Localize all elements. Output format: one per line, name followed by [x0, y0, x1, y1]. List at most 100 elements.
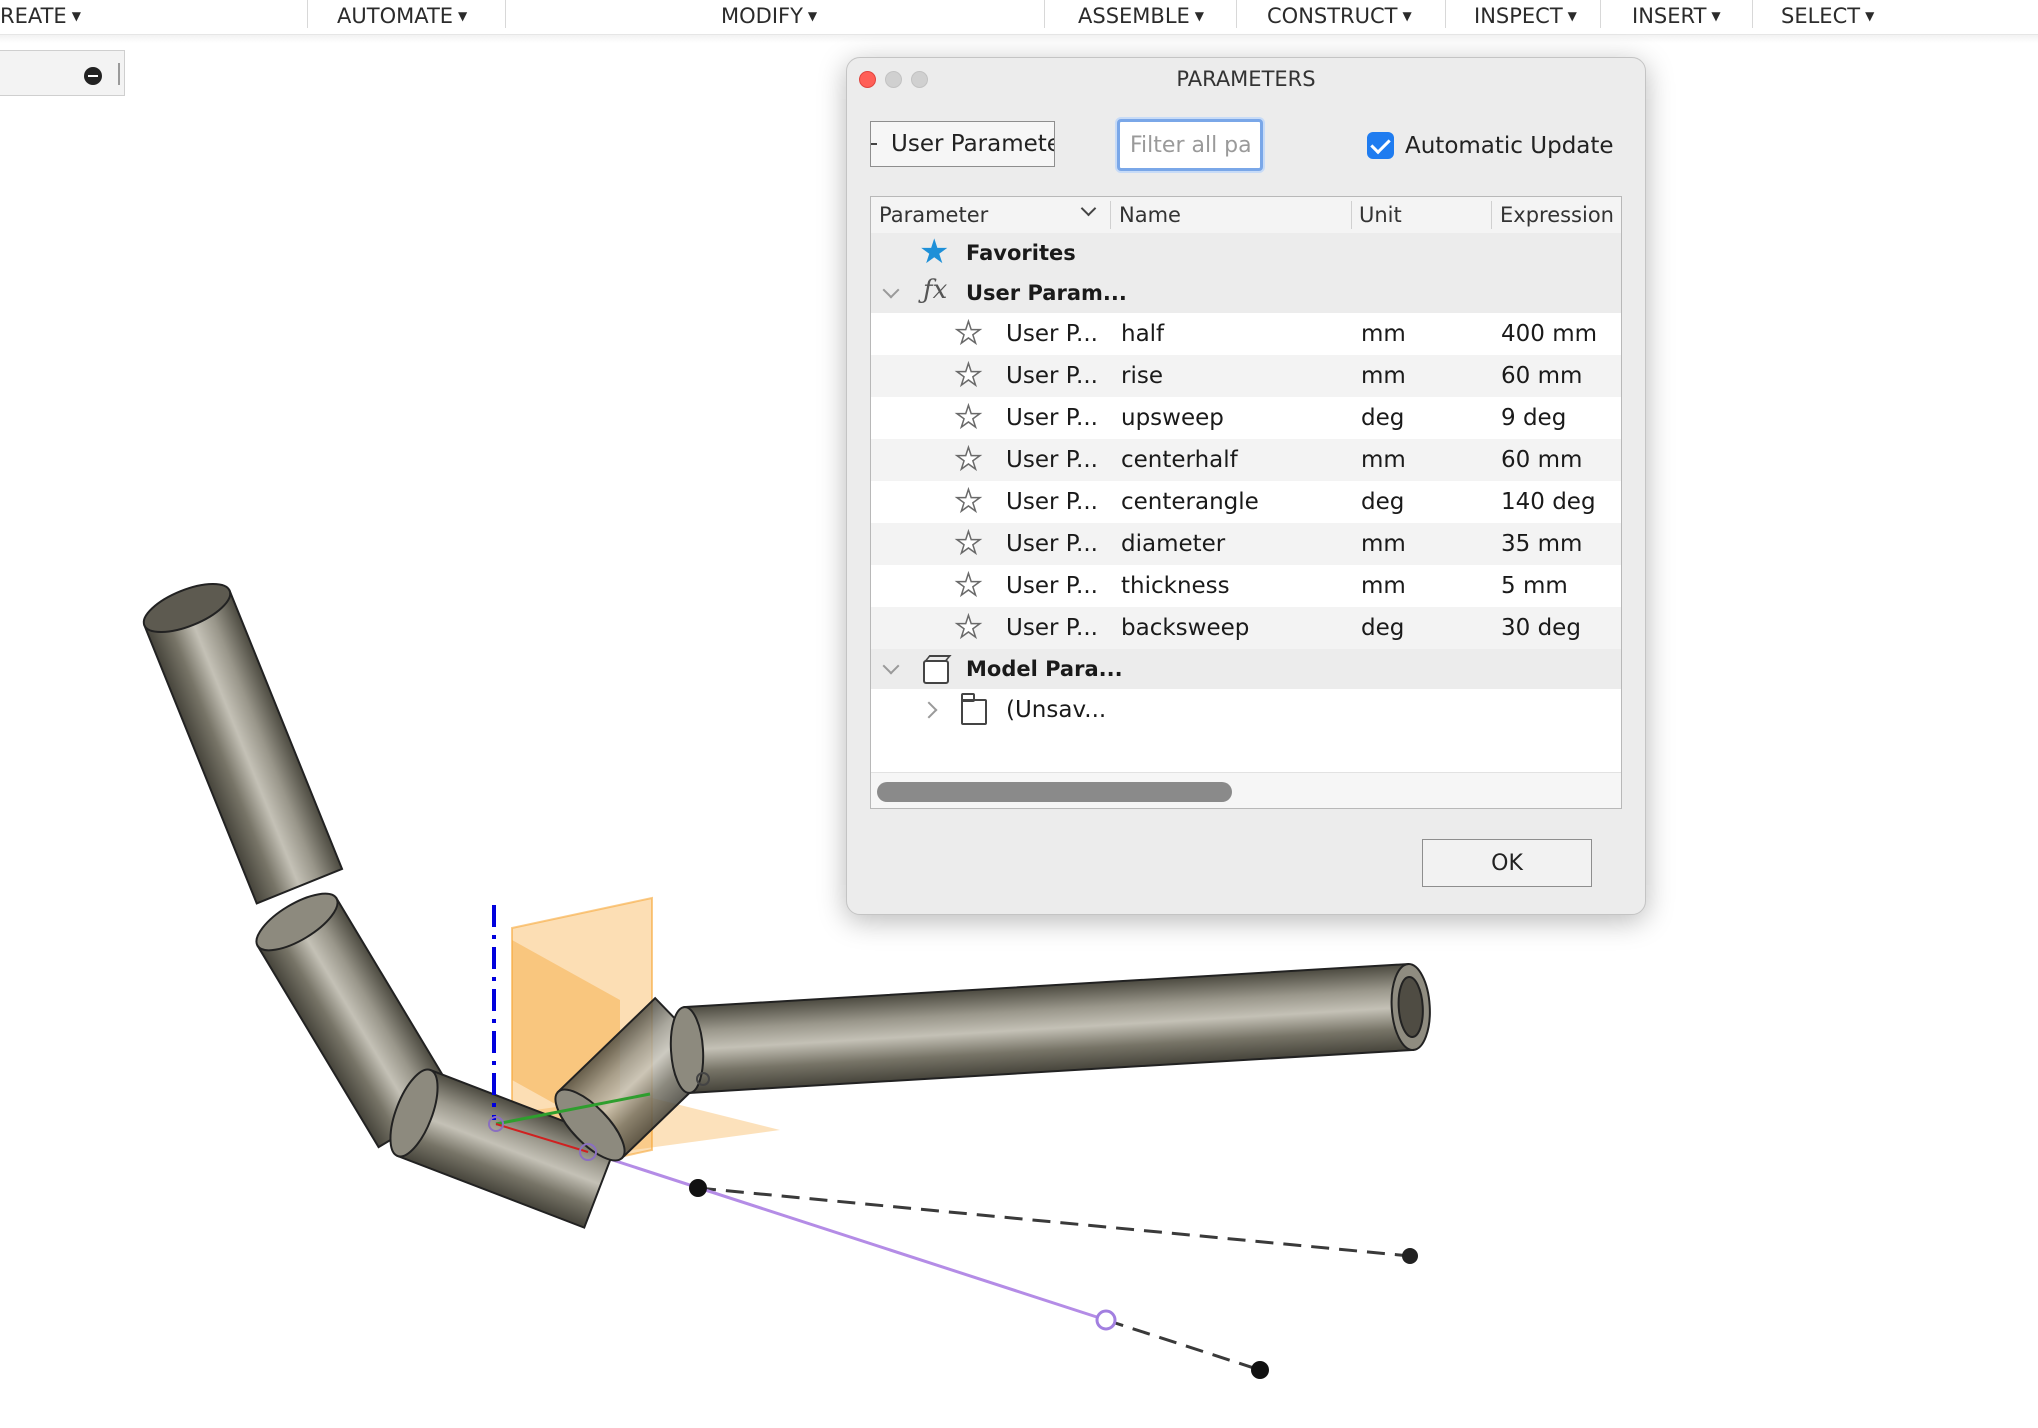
cell-unit: mm: [1361, 363, 1406, 389]
cell-expression[interactable]: 400 mm: [1501, 313, 1597, 355]
cell-unit: mm: [1361, 531, 1406, 557]
chevron-down-icon: ▼: [807, 9, 818, 23]
group-favorites[interactable]: ★ Favorites: [871, 233, 1621, 273]
menu-insert-label: INSERT: [1632, 4, 1707, 28]
group-user-parameters-label: User Param...: [966, 281, 1127, 305]
chevron-down-icon[interactable]: [882, 281, 900, 299]
menu-select-label: SELECT: [1781, 4, 1861, 28]
sketch-points[interactable]: [689, 1179, 1418, 1379]
column-name[interactable]: Name: [1119, 197, 1181, 233]
toolbar-divider: [1236, 0, 1237, 28]
cell-expression[interactable]: 60 mm: [1501, 439, 1582, 481]
filter-input[interactable]: [1117, 119, 1263, 171]
chevron-down-icon: ▼: [1402, 9, 1412, 23]
table-row[interactable]: ★ User P... thickness mm 5 mm: [871, 565, 1621, 607]
cell-expression[interactable]: 30 deg: [1501, 607, 1581, 649]
cell-expression[interactable]: 35 mm: [1501, 523, 1582, 565]
sketch-lines: [587, 1150, 1411, 1372]
cell-name: thickness: [1121, 573, 1230, 599]
group-user-parameters[interactable]: ƒx User Param...: [871, 273, 1621, 313]
column-expression[interactable]: Expression: [1500, 197, 1614, 233]
star-outline-icon[interactable]: ★: [954, 528, 982, 560]
star-outline-icon[interactable]: ★: [954, 486, 982, 518]
group-model-parameters[interactable]: Model Para...: [871, 649, 1621, 689]
chevron-down-icon[interactable]: [882, 657, 900, 675]
cell-name: backsweep: [1121, 615, 1250, 641]
cell-expression[interactable]: 5 mm: [1501, 565, 1568, 607]
table-row[interactable]: ★ User P... upsweep deg 9 deg: [871, 397, 1621, 439]
cell-name: half: [1121, 321, 1165, 347]
menu-create[interactable]: REATE ▼: [0, 2, 81, 30]
dialog-title: PARAMETERS: [1176, 67, 1316, 91]
column-divider[interactable]: [1351, 201, 1352, 229]
chevron-down-icon: ▼: [1865, 9, 1875, 23]
cell-unit: deg: [1361, 489, 1405, 515]
cell-unit: mm: [1361, 447, 1406, 473]
parameters-table: Parameter Name Unit Expression ★ Favorit…: [870, 196, 1622, 809]
cell-name: upsweep: [1121, 405, 1224, 431]
menu-construct-label: CONSTRUCT: [1267, 4, 1398, 28]
column-divider[interactable]: [1491, 201, 1492, 229]
cell-expression[interactable]: 60 mm: [1501, 355, 1582, 397]
pipe-left-upper[interactable]: [138, 574, 344, 905]
column-divider[interactable]: [1110, 201, 1111, 229]
star-outline-icon[interactable]: ★: [954, 360, 982, 392]
star-outline-icon[interactable]: ★: [954, 318, 982, 350]
menu-assemble[interactable]: ASSEMBLE ▼: [1078, 2, 1204, 30]
chevron-down-icon: ▼: [1567, 9, 1577, 23]
cell-expression[interactable]: 140 deg: [1501, 481, 1596, 523]
user-parameters-button[interactable]: User Parameters: [870, 121, 1055, 167]
menu-assemble-label: ASSEMBLE: [1078, 4, 1190, 28]
cell-name: centerangle: [1121, 489, 1259, 515]
table-row[interactable]: ★ User P... half mm 400 mm: [871, 313, 1621, 355]
table-row[interactable]: ★ User P... centerhalf mm 60 mm: [871, 439, 1621, 481]
menu-insert[interactable]: INSERT ▼: [1632, 2, 1721, 30]
star-outline-icon[interactable]: ★: [954, 444, 982, 476]
table-row[interactable]: ★ User P... backsweep deg 30 deg: [871, 607, 1621, 649]
toolbar-divider: [505, 0, 506, 28]
menu-create-label: REATE: [0, 4, 67, 28]
ok-button[interactable]: OK: [1422, 839, 1592, 887]
toolbar: REATE ▼ AUTOMATE ▼ MODIFY ▼ ASSEMBLE ▼ CONST…: [0, 0, 2038, 35]
table-row[interactable]: ★ User P... centerangle deg 140 deg: [871, 481, 1621, 523]
table-header: Parameter Name Unit Expression: [871, 197, 1621, 234]
star-outline-icon[interactable]: ★: [954, 402, 982, 434]
chevron-down-icon: ▼: [1194, 9, 1205, 23]
menu-automate[interactable]: AUTOMATE ▼: [337, 2, 467, 30]
automatic-update-checkbox[interactable]: [1367, 132, 1394, 159]
cell-parameter: User P...: [1006, 573, 1098, 599]
column-unit[interactable]: Unit: [1359, 197, 1402, 233]
menu-select[interactable]: SELECT ▼: [1781, 2, 1874, 30]
group-unsaved[interactable]: (Unsav...: [871, 689, 1621, 731]
menu-inspect[interactable]: INSPECT ▼: [1474, 2, 1577, 30]
toolbar-shadow: [0, 35, 2038, 43]
menu-inspect-label: INSPECT: [1474, 4, 1563, 28]
parameters-dialog: PARAMETERS User Parameters Automatic Upd…: [846, 57, 1646, 915]
cell-unit: deg: [1361, 405, 1405, 431]
star-outline-icon[interactable]: ★: [954, 612, 982, 644]
pipe-right[interactable]: [668, 963, 1432, 1094]
chevron-down-icon: ▼: [458, 9, 468, 23]
scrollbar-thumb[interactable]: [877, 782, 1232, 802]
dialog-titlebar[interactable]: PARAMETERS: [847, 58, 1645, 98]
menu-modify[interactable]: MODIFY ▼: [721, 2, 817, 30]
cell-name: rise: [1121, 363, 1163, 389]
cell-parameter: User P...: [1006, 447, 1098, 473]
chevron-right-icon[interactable]: [920, 701, 938, 719]
toolbar-divider: [1044, 0, 1045, 28]
column-parameter[interactable]: Parameter: [879, 197, 988, 233]
table-row[interactable]: ★ User P... rise mm 60 mm: [871, 355, 1621, 397]
group-favorites-label: Favorites: [966, 241, 1076, 265]
horizontal-scrollbar[interactable]: [871, 772, 1621, 808]
star-outline-icon[interactable]: ★: [954, 570, 982, 602]
menu-modify-label: MODIFY: [721, 4, 803, 28]
favorite-star-icon: ★: [919, 232, 950, 272]
automatic-update-label: Automatic Update: [1405, 133, 1614, 159]
cell-parameter: User P...: [1006, 489, 1098, 515]
function-icon: ƒx: [923, 275, 948, 305]
toolbar-divider: [1445, 0, 1446, 28]
menu-construct[interactable]: CONSTRUCT ▼: [1267, 2, 1412, 30]
cell-expression[interactable]: 9 deg: [1501, 397, 1566, 439]
table-row[interactable]: ★ User P... diameter mm 35 mm: [871, 523, 1621, 565]
chevron-down-icon[interactable]: [1080, 200, 1097, 217]
